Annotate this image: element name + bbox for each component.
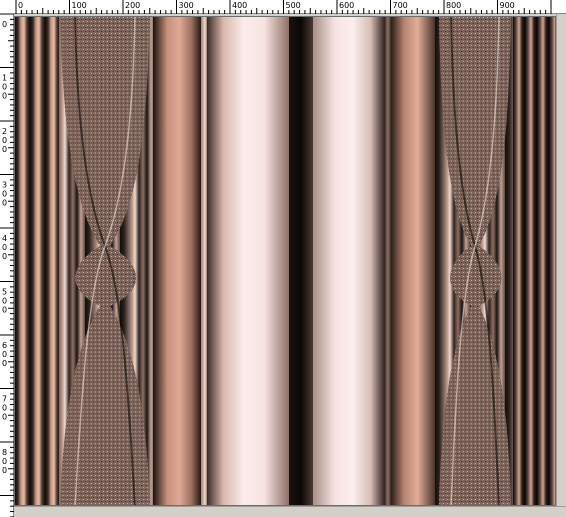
salmon-band-right — [391, 17, 435, 505]
ruler-label: 3 — [2, 181, 7, 190]
dark-band-center — [289, 17, 313, 505]
ruler-label: 0 — [2, 136, 7, 145]
vertical-ruler-ticks: 0100200300400500600700800 — [0, 14, 14, 517]
ruler-label: 200 — [125, 1, 140, 10]
ruler-label: 700 — [393, 1, 408, 10]
ruler-label: 0 — [2, 413, 7, 422]
pale-band-left — [207, 17, 289, 505]
ruler-label: 8 — [2, 448, 7, 457]
ruler-label: 4 — [2, 234, 7, 243]
ruler-label: 0 — [2, 199, 7, 208]
pale-band-right — [313, 17, 385, 505]
ruler-label: 0 — [2, 350, 7, 359]
twisted-column-left — [60, 17, 150, 505]
ruler-label: 500 — [286, 1, 301, 10]
ruler-label: 0 — [2, 359, 7, 368]
ruler-label: 0 — [2, 252, 7, 261]
ruler-label: 0 — [2, 297, 7, 306]
ruler-label: 0 — [2, 190, 7, 199]
ruler-label: 600 — [339, 1, 354, 10]
dark-band-left — [15, 17, 59, 505]
salmon-band-left — [153, 17, 201, 505]
ruler-label: 0 — [2, 457, 7, 466]
ruler-label: 2 — [2, 127, 7, 136]
ruler-label: 0 — [2, 83, 7, 92]
vertical-scrollbar[interactable] — [556, 14, 566, 506]
ruler-label: 800 — [446, 1, 461, 10]
ruler-label: 300 — [179, 1, 194, 10]
ruler-label: 7 — [2, 395, 7, 404]
ruler-label: 0 — [2, 306, 7, 315]
ruler-label: 900 — [500, 1, 515, 10]
twisted-column-right — [439, 17, 511, 505]
ruler-label: 0 — [2, 145, 7, 154]
ruler-label: 5 — [2, 288, 7, 297]
horizontal-ruler-ticks: 0 100 200 300 400 500 600 700 800 900 — [15, 0, 552, 14]
ruler-label: 6 — [2, 341, 7, 350]
ruler-label: 100 — [72, 1, 87, 10]
vertical-ruler: 0100200300400500600700800 — [0, 14, 14, 517]
ruler-label: 400 — [232, 1, 247, 10]
ruler-label: 0 — [18, 1, 23, 10]
ruler-label: 0 — [2, 404, 7, 413]
ruler-label: 0 — [2, 92, 7, 101]
ruler-label: 1 — [2, 74, 7, 83]
ruler-label: 0 — [2, 466, 7, 475]
ruler-label: 0 — [2, 243, 7, 252]
horizontal-scrollbar[interactable] — [14, 506, 566, 517]
horizontal-ruler: 0 100 200 300 400 500 600 700 800 900 — [0, 0, 566, 14]
image-canvas[interactable] — [14, 16, 556, 506]
dark-band-right — [513, 17, 555, 505]
ruler-label: 0 — [2, 20, 7, 29]
